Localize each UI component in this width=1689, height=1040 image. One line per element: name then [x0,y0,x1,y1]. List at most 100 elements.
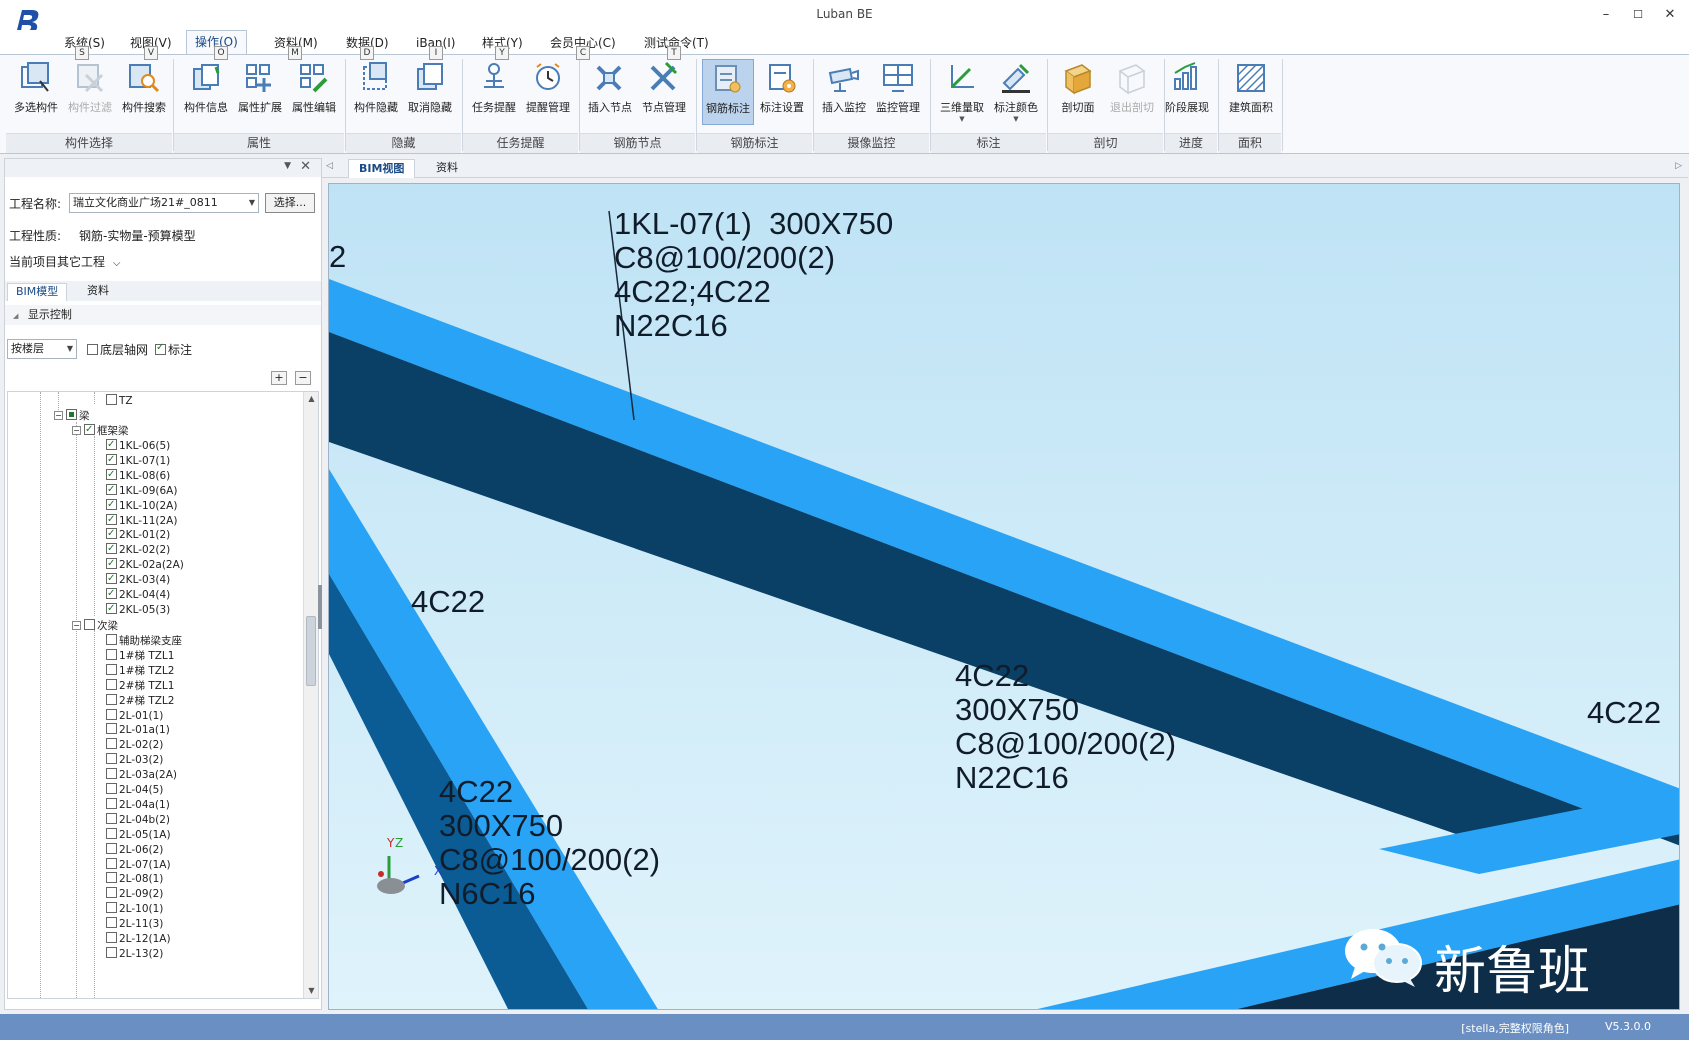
secondary-beam-item[interactable]: 2L-04b(2) [106,812,170,828]
collapse-toggle-icon[interactable]: − [72,426,81,435]
choose-project-button[interactable]: 选择... [265,193,315,213]
frame-beam-item[interactable]: 1KL-06(5) [106,437,170,454]
panel-close-icon[interactable]: ✕ [300,159,311,174]
frame-beam-item[interactable]: 2KL-03(4) [106,571,170,588]
secondary-beam-item[interactable]: 2L-04(5) [106,783,163,798]
secondary-beam-item[interactable]: 2L-01(1) [106,708,163,724]
frame-beam-item[interactable]: 2KL-04(4) [106,586,170,603]
floor-mode-select[interactable]: 按楼层 ▼ [7,339,77,359]
frame-beam-item[interactable]: 1KL-09(6A) [106,482,177,499]
annotation-settings-button[interactable]: 标注设置 [756,59,808,125]
tabs-scroll-right-icon[interactable]: ▷ [1675,161,1682,171]
secondary-beam-item[interactable]: 2L-08(1) [106,872,163,887]
unhide-button[interactable]: 取消隐藏 [404,59,456,125]
annotation-settings-icon [769,64,796,93]
secondary-beam-item[interactable]: 2L-05(1A) [106,827,171,843]
checkbox-icon [106,946,117,958]
checkbox-checked-icon [84,422,95,437]
key-hint-t: T [667,46,681,60]
project-nature-value: 钢筋-实物量-预算模型 [79,229,196,243]
secondary-beam-item[interactable]: 2L-11(3) [106,917,163,932]
other-projects-toggle[interactable]: 当前项目其它工程 ⌵ [9,253,120,270]
beam-label-1kl-07-line3: 4C22;4C22 [614,274,771,309]
panel-splitter-handle[interactable] [318,585,322,629]
project-name-select[interactable]: 瑞立文化商业广场21#_0811 ▼ [69,193,259,213]
hide-component-button[interactable]: 构件隐藏 [350,59,402,125]
frame-beam-item[interactable]: 2KL-02(2) [106,541,170,558]
node-manage-button[interactable]: 节点管理 [638,59,690,125]
annotation-color-button[interactable]: 标注颜色 ▼ [990,59,1042,125]
component-info-button[interactable]: 构件信息 [180,59,232,125]
minimize-button[interactable]: – [1591,4,1621,26]
tab-bim-view[interactable]: BIM视图 [348,159,416,178]
insert-monitor-button[interactable]: 插入监控 [818,59,870,125]
tabs-scroll-left-icon[interactable]: ◁ [326,161,333,171]
rebar-annotation-button[interactable]: 钢筋标注 [702,59,754,125]
maximize-button[interactable]: ☐ [1623,4,1653,26]
display-control-section[interactable]: ◢ 显示控制 [5,305,321,325]
secondary-beam-item[interactable]: 2L-09(2) [106,887,163,902]
component-search-button[interactable]: 构件搜索 [118,59,170,125]
frame-beam-item[interactable]: 1KL-08(6) [106,467,170,484]
panel-dropdown-icon[interactable]: ▼ [284,161,291,171]
collapse-toggle-icon[interactable]: − [54,411,63,420]
secondary-beam-item[interactable]: 1#梯 TZL1 [106,648,174,664]
insert-node-button[interactable]: 插入节点 [584,59,636,125]
secondary-beam-item[interactable]: 2L-03a(2A) [106,768,177,783]
monitor-manage-button[interactable]: 监控管理 [872,59,924,125]
attribute-extend-button[interactable]: 属性扩展 [234,59,286,125]
secondary-beam-item[interactable]: 2L-13(2) [106,946,163,962]
frame-beam-item[interactable]: 2KL-05(3) [106,601,170,618]
tree-item-secondary-beam[interactable]: − 次梁 [72,619,118,634]
frame-beam-item[interactable]: 2KL-01(2) [106,526,170,543]
scroll-down-icon[interactable]: ▼ [304,984,318,998]
section-plane-button[interactable]: 剖切面 [1052,59,1104,125]
exit-section-button[interactable]: 退出剖切 [1106,59,1158,125]
annotation-checkbox[interactable]: 标注 [155,341,192,358]
secondary-beam-item[interactable]: 2L-10(1) [106,902,163,917]
tree-item-frame-beam[interactable]: −框架梁 [72,422,129,439]
checkbox-icon [106,708,117,720]
frame-beam-item[interactable]: 1KL-07(1) [106,452,170,469]
collapse-toggle-icon[interactable]: − [72,621,81,630]
secondary-beam-item[interactable]: 2L-07(1A) [106,857,171,873]
attribute-edit-button[interactable]: 属性编辑 [288,59,340,125]
chevron-down-icon: ⌵ [112,258,121,269]
tree-scrollbar[interactable]: ▲ ▼ [303,392,318,998]
secondary-beam-item[interactable]: 2L-03(2) [106,753,163,768]
expand-all-button[interactable]: + [271,371,287,385]
multi-select-button[interactable]: 多选构件 [10,59,62,125]
collapse-all-button[interactable]: − [295,371,311,385]
task-reminder-button[interactable]: 任务提醒 [468,59,520,125]
bottom-grid-checkbox[interactable]: 底层轴网 [87,341,148,358]
tab-material-doc[interactable]: 资料 [426,159,468,178]
secondary-beam-item[interactable]: 2L-06(2) [106,842,163,858]
scroll-up-icon[interactable]: ▲ [304,392,318,406]
insert-node-icon [596,65,622,91]
component-filter-button[interactable]: 构件过滤 [64,59,116,125]
frame-beam-item[interactable]: 2KL-02a(2A) [106,556,184,573]
close-button[interactable]: ✕ [1655,4,1685,26]
bim-3d-viewport[interactable]: 2 1KL-07(1) 300X750 C8@100/200(2) 4C22;4… [328,183,1680,1010]
scrollbar-thumb[interactable] [306,616,316,686]
secondary-beam-item[interactable]: 辅助梯梁支座 [106,634,182,649]
frame-beam-item[interactable]: 1KL-10(2A) [106,497,177,514]
secondary-beam-item[interactable]: 1#梯 TZL2 [106,663,174,679]
tab-bim-model[interactable]: BIM模型 [7,283,68,301]
frame-beam-item[interactable]: 1KL-11(2A) [106,512,177,529]
secondary-beam-item[interactable]: 2L-12(1A) [106,932,171,947]
secondary-beam-item[interactable]: 2#梯 TZL2 [106,693,174,709]
key-hint-s: S [75,46,89,60]
checkbox-icon [106,842,117,854]
secondary-beam-item[interactable]: 2L-04a(1) [106,797,170,813]
tree-item-tz[interactable]: TZ [106,394,133,409]
reminder-manage-button[interactable]: 提醒管理 [522,59,574,125]
3d-measure-button[interactable]: 三维量取 ▼ [936,59,988,125]
tab-material[interactable]: 资料 [79,283,117,301]
secondary-beam-item[interactable]: 2L-02(2) [106,738,163,753]
building-area-button[interactable]: 建筑面积 [1222,59,1280,125]
stage-display-button[interactable]: 阶段展现 [1158,59,1216,125]
document-tabs: ◁ BIM视图 资料 ▷ [322,158,1688,178]
secondary-beam-item[interactable]: 2#梯 TZL1 [106,678,174,694]
secondary-beam-item[interactable]: 2L-01a(1) [106,723,170,738]
